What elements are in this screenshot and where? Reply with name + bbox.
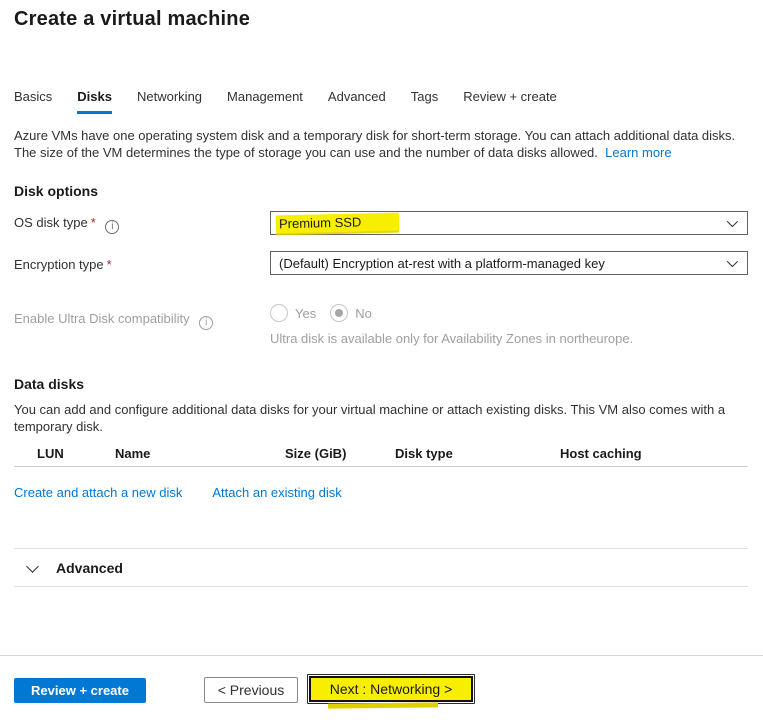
ultra-disk-radio-yes[interactable]: Yes: [270, 304, 316, 322]
radio-yes-label: Yes: [295, 306, 316, 321]
radio-selected-icon: [330, 304, 348, 322]
os-disk-type-label: OS disk type* i: [14, 215, 119, 234]
review-create-button[interactable]: Review + create: [14, 678, 146, 703]
ultra-disk-radio-no[interactable]: No: [330, 304, 372, 322]
column-header-lun: LUN: [37, 446, 64, 461]
next-networking-button-frame: Next : Networking >: [307, 674, 475, 704]
column-header-size: Size (GiB): [285, 446, 346, 461]
encryption-type-dropdown[interactable]: (Default) Encryption at-rest with a plat…: [270, 251, 748, 275]
tab-review-create[interactable]: Review + create: [463, 89, 557, 114]
chevron-down-icon: [26, 560, 39, 573]
data-disks-description: You can add and configure additional dat…: [14, 401, 738, 435]
ultra-disk-label: Enable Ultra Disk compatibility i: [14, 311, 213, 330]
os-disk-type-dropdown[interactable]: Premium SSD: [270, 211, 748, 235]
tab-disks[interactable]: Disks: [77, 89, 112, 114]
data-disk-links: Create and attach a new disk Attach an e…: [14, 485, 342, 500]
wizard-tabs: Basics Disks Networking Management Advan…: [14, 89, 557, 114]
os-disk-type-value: Premium SSD: [276, 213, 400, 234]
required-asterisk: *: [91, 215, 96, 230]
divider: [14, 548, 748, 549]
info-icon[interactable]: i: [199, 316, 213, 330]
tab-tags[interactable]: Tags: [411, 89, 438, 114]
create-vm-page: Create a virtual machine Basics Disks Ne…: [0, 0, 763, 723]
ultra-disk-radio-group: Yes No: [270, 304, 372, 322]
ultra-disk-helper-text: Ultra disk is available only for Availab…: [270, 331, 633, 346]
disk-options-heading: Disk options: [14, 183, 98, 199]
disks-intro-text: Azure VMs have one operating system disk…: [14, 127, 754, 161]
data-disks-table-header: LUN Name Size (GiB) Disk type Host cachi…: [14, 444, 748, 467]
chevron-down-icon: [727, 256, 738, 267]
learn-more-link[interactable]: Learn more: [605, 145, 671, 160]
info-icon[interactable]: i: [105, 220, 119, 234]
radio-unselected-icon: [270, 304, 288, 322]
create-new-disk-link[interactable]: Create and attach a new disk: [14, 485, 182, 500]
column-header-name: Name: [115, 446, 150, 461]
advanced-section-toggle[interactable]: Advanced: [14, 560, 123, 576]
column-header-host-caching: Host caching: [560, 446, 642, 461]
attach-existing-disk-link[interactable]: Attach an existing disk: [212, 485, 341, 500]
page-title: Create a virtual machine: [14, 8, 250, 31]
required-asterisk: *: [107, 257, 112, 272]
tab-management[interactable]: Management: [227, 89, 303, 114]
column-header-disk-type: Disk type: [395, 446, 453, 461]
divider: [14, 586, 748, 587]
chevron-down-icon: [727, 216, 738, 227]
tab-networking[interactable]: Networking: [137, 89, 202, 114]
tab-basics[interactable]: Basics: [14, 89, 52, 114]
advanced-section-label: Advanced: [56, 560, 123, 576]
data-disks-heading: Data disks: [14, 376, 84, 392]
next-networking-button[interactable]: Next : Networking >: [309, 676, 473, 702]
encryption-type-label: Encryption type*: [14, 257, 112, 272]
tab-advanced[interactable]: Advanced: [328, 89, 386, 114]
footer-divider: [0, 655, 763, 656]
radio-no-label: No: [355, 306, 372, 321]
highlight-marker-smear: [328, 702, 438, 708]
previous-button[interactable]: < Previous: [204, 677, 298, 703]
encryption-type-value: (Default) Encryption at-rest with a plat…: [279, 256, 605, 271]
